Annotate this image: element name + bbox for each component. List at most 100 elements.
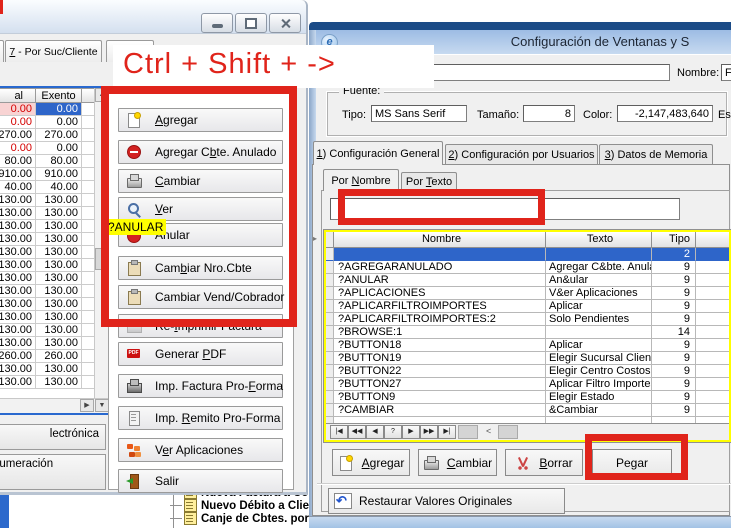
nombre-cell: ?BUTTON22 <box>334 365 546 378</box>
total-cell: 130.00 <box>0 337 36 350</box>
menu-item-ver-aplicaciones[interactable]: Ver Aplicaciones <box>118 438 283 462</box>
tab-2[interactable]: 2) Configuración por Usuarios <box>445 144 598 164</box>
total-cell: 130.00 <box>0 220 36 233</box>
invoice-amount-grid: al Exento 0.000.000.000.00270.00270.000.… <box>0 86 112 415</box>
total-cell: 130.00 <box>0 324 36 337</box>
column-header-tipo[interactable]: Tipo <box>652 232 696 248</box>
texto-cell: Aplicar <box>546 339 652 352</box>
menu-item-imp-remito-pro-forma[interactable]: Imp. Remito Pro-Forma <box>118 406 283 430</box>
controls-grid-row[interactable]: ?BUTTON9Elegir Estado9 <box>326 391 729 404</box>
cambiar-button[interactable]: Cambiar <box>418 449 497 476</box>
row-gutter <box>326 300 334 313</box>
left-tab-1[interactable]: 7 - Por Suc/Cliente <box>5 40 102 62</box>
red-annotation-tick <box>0 0 3 14</box>
color-input[interactable] <box>617 105 713 122</box>
navigator-scroll-block[interactable] <box>498 425 518 439</box>
nombre-cell: ?BUTTON19 <box>334 352 546 365</box>
button-label: Borrar <box>539 456 572 470</box>
controls-grid-row[interactable]: ?BUTTON27Aplicar Filtro Importes9 <box>326 378 729 391</box>
close-button[interactable] <box>269 13 301 33</box>
total-cell: 130.00 <box>0 246 36 259</box>
controls-grid-rows: 2?AGREGARANULADOAgregar C&bte. Anula9?AN… <box>326 248 729 430</box>
controls-grid-row[interactable]: ?BROWSE:114 <box>326 326 729 339</box>
texto-cell: Elegir Sucursal Client <box>546 352 652 365</box>
exento-cell: 0.00 <box>36 142 82 155</box>
total-cell: 910.00 <box>0 168 36 181</box>
close-icon <box>280 18 291 29</box>
subtab-label: Por Nombre <box>331 175 390 187</box>
texto-cell: Agregar C&bte. Anula <box>546 261 652 274</box>
exento-cell: 40.00 <box>36 181 82 194</box>
navigator-button-5[interactable]: ▶ <box>402 425 420 439</box>
controls-grid-row[interactable]: ?BUTTON22Elegir Centro Costos9 <box>326 365 729 378</box>
row-gutter <box>326 287 334 300</box>
button-label: s <box>0 470 99 482</box>
nombre-cell: ?APLICARFILTROIMPORTES <box>334 300 546 313</box>
column-header-nombre[interactable]: Nombre <box>334 232 546 248</box>
agregar-button[interactable]: Agregar <box>332 449 410 476</box>
total-cell: 270.00 <box>0 129 36 142</box>
navigator-button-4[interactable]: ? <box>384 425 402 439</box>
subtab-1[interactable]: Por Nombre <box>323 169 399 191</box>
titlebar-top-strip <box>309 22 731 30</box>
tipo-cell: 9 <box>652 404 696 417</box>
tab-1[interactable]: 1) Configuración General <box>313 141 443 165</box>
total-cell: 130.00 <box>0 311 36 324</box>
navigator-scroll-thumb[interactable] <box>458 425 478 439</box>
left-bottom-button-1[interactable]: lectrónica <box>0 424 106 450</box>
controls-grid-row[interactable]: ?CAMBIAR&Cambiar9 <box>326 404 729 417</box>
column-header-exento[interactable]: Exento <box>36 88 82 103</box>
nombre-input[interactable] <box>721 64 731 81</box>
exento-cell: 130.00 <box>36 207 82 220</box>
controls-grid-row[interactable]: ?APLICARFILTROIMPORTES:2Solo Pendientes9 <box>326 313 729 326</box>
maximize-button[interactable] <box>235 13 267 33</box>
texto-cell: &Cambiar <box>546 404 652 417</box>
tamano-input[interactable] <box>523 105 575 122</box>
menu-item-imp-factura-pro-forma[interactable]: Imp. Factura Pro-Forma <box>118 374 283 398</box>
tab-stub[interactable] <box>0 40 4 62</box>
restore-defaults-button[interactable]: Restaurar Valores Originales <box>328 488 565 514</box>
exento-cell: 130.00 <box>36 272 82 285</box>
horizontal-scrollbar[interactable]: ▶ ▼ <box>0 398 110 413</box>
menu-item-label: Generar PDF <box>155 347 226 361</box>
navigator-button-1[interactable]: |◀ <box>330 425 348 439</box>
left-bottom-button-2[interactable]: numeracións <box>0 454 106 490</box>
scroll-down-button[interactable]: ▼ <box>95 399 109 412</box>
exento-cell: 130.00 <box>36 324 82 337</box>
controls-grid-row[interactable]: ?ANULARAn&ular9 <box>326 274 729 287</box>
column-header-texto[interactable]: Texto <box>546 232 652 248</box>
menu-item-generar-pdf[interactable]: Generar PDF <box>118 342 283 366</box>
total-cell: 130.00 <box>0 194 36 207</box>
scroll-right-button[interactable]: ▶ <box>80 399 94 412</box>
extra-cell <box>696 378 731 391</box>
controls-grid-row[interactable]: ?APLICACIONESV&er Aplicaciones9 <box>326 287 729 300</box>
tipo-input[interactable] <box>371 105 467 122</box>
controls-grid-row[interactable]: ?BUTTON18Aplicar9 <box>326 339 729 352</box>
exento-cell: 130.00 <box>36 233 82 246</box>
menu-item-salir[interactable]: Salir <box>118 469 283 493</box>
texto-cell: Solo Pendientes <box>546 313 652 326</box>
tipo-cell: 9 <box>652 352 696 365</box>
navigator-button-2[interactable]: ◀◀ <box>348 425 366 439</box>
document-note-icon <box>184 499 197 512</box>
exento-cell: 130.00 <box>36 311 82 324</box>
document-note-icon <box>184 512 197 525</box>
total-cell: 130.00 <box>0 376 36 389</box>
borrar-button[interactable]: Borrar <box>505 449 583 476</box>
navigator-button-7[interactable]: ▶| <box>438 425 456 439</box>
controls-grid-row[interactable]: 2 <box>326 248 729 261</box>
minimize-button[interactable] <box>201 13 233 33</box>
navigator-button-6[interactable]: ▶▶ <box>420 425 438 439</box>
exento-cell: 80.00 <box>36 155 82 168</box>
navigator-scroll-left-icon[interactable]: < <box>486 426 491 436</box>
row-gutter <box>326 404 334 417</box>
navigator-button-3[interactable]: ◀ <box>366 425 384 439</box>
controls-grid-row[interactable]: ?BUTTON19Elegir Sucursal Client9 <box>326 352 729 365</box>
controls-grid-row[interactable]: ?AGREGARANULADOAgregar C&bte. Anula9 <box>326 261 729 274</box>
exento-cell: 130.00 <box>36 259 82 272</box>
extra-cell <box>696 300 731 313</box>
tab-label: 3) Datos de Memoria <box>605 149 708 161</box>
tab-3[interactable]: 3) Datos de Memoria <box>599 144 713 164</box>
controls-grid-row[interactable]: ?APLICARFILTROIMPORTESAplicar9 <box>326 300 729 313</box>
column-header-total[interactable]: al <box>0 88 36 103</box>
